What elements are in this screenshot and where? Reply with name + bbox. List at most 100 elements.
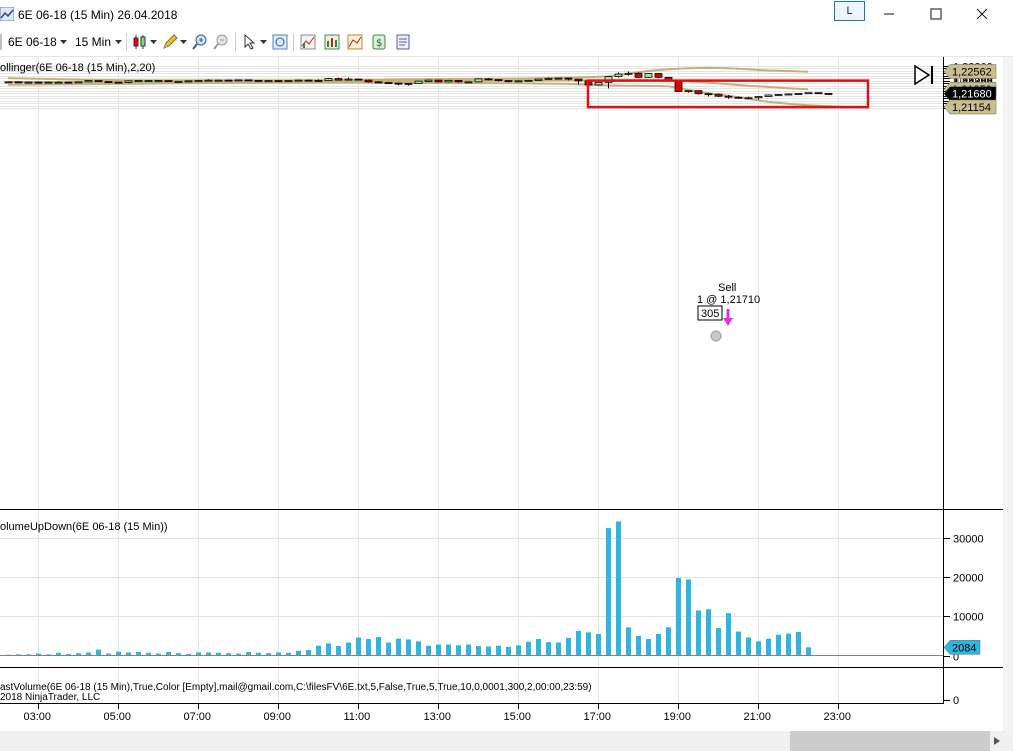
- scrollbar-thumb[interactable]: [790, 731, 990, 751]
- candle-body: [544, 77, 553, 80]
- candle-body: [404, 82, 413, 85]
- candle-body: [4, 81, 13, 84]
- volume-bar: [316, 645, 321, 656]
- candle: [464, 81, 473, 84]
- volume-bar: [706, 609, 711, 656]
- volume-bar: [686, 579, 691, 656]
- execution-dot: [710, 330, 722, 342]
- candle: [234, 79, 243, 82]
- candle: [184, 80, 193, 83]
- volume-bar: [506, 646, 511, 656]
- volume-bar: [296, 650, 301, 656]
- horizontal-scrollbar[interactable]: [0, 731, 1013, 751]
- candle-body: [134, 80, 143, 83]
- candle-body: [14, 81, 23, 84]
- candle-body: [574, 78, 583, 82]
- volume-bar: [746, 637, 751, 656]
- candle-body: [434, 79, 443, 83]
- candle: [444, 79, 453, 83]
- candle: [424, 79, 433, 82]
- right-edge-strip: [1003, 57, 1013, 731]
- candle-body: [694, 90, 703, 95]
- time-tick-label: 23:00: [824, 711, 852, 723]
- price-marker: 1,21154: [943, 99, 997, 115]
- volume-bar: [466, 644, 471, 656]
- candle: [804, 92, 813, 95]
- volume-bar: [626, 627, 631, 656]
- candle-body: [764, 94, 773, 97]
- candlesticks: [4, 71, 833, 100]
- candle-body: [424, 79, 433, 82]
- volume-bar: [786, 633, 791, 656]
- candle: [104, 81, 113, 84]
- candle-body: [94, 80, 103, 83]
- candle: [514, 80, 523, 83]
- candle-body: [84, 80, 93, 83]
- candle: [524, 79, 533, 82]
- volume-bar: [536, 639, 541, 656]
- candle-body: [374, 81, 383, 84]
- candle-body: [454, 79, 463, 83]
- volume-bar: [776, 634, 781, 656]
- volume-bar: [526, 641, 531, 656]
- candle: [114, 81, 123, 84]
- candle: [774, 93, 783, 96]
- candle: [764, 94, 773, 97]
- candle-body: [814, 92, 823, 95]
- time-tick-label: 21:00: [744, 711, 772, 723]
- volume-bar: [596, 633, 601, 656]
- candle-body: [224, 79, 233, 82]
- candle: [24, 81, 33, 84]
- volume-bar: [766, 638, 771, 656]
- candle: [94, 80, 103, 83]
- candle: [554, 77, 563, 80]
- volume-bar: [396, 638, 401, 656]
- chevron-right-icon[interactable]: [993, 737, 1001, 745]
- volume-bar: [336, 646, 341, 656]
- candle-body: [234, 79, 243, 82]
- volume-bar: [476, 646, 481, 656]
- candle-body: [214, 79, 223, 82]
- candle-body: [164, 80, 173, 83]
- candle-body: [614, 73, 623, 77]
- time-tick-label: 19:00: [664, 711, 692, 723]
- chart-area[interactable]: 1,228001,227001,226001,225001,224001,223…: [0, 0, 1013, 751]
- candle: [364, 79, 373, 83]
- volume-bar: [486, 646, 491, 656]
- candle: [284, 80, 293, 83]
- sell-order-marker[interactable]: Sell 1 @ 1,21710 305: [697, 282, 760, 342]
- candle-body: [54, 81, 63, 84]
- candle: [454, 79, 463, 83]
- candle-body: [184, 80, 193, 83]
- candle-body: [504, 80, 513, 83]
- candle: [194, 79, 203, 82]
- volume-bar: [726, 613, 731, 656]
- volume-tick-label: 10000: [953, 612, 984, 624]
- candle: [74, 81, 83, 84]
- candle-body: [294, 79, 303, 82]
- time-tick-label: 13:00: [424, 711, 452, 723]
- volume-bar: [756, 641, 761, 656]
- volume-bar: [556, 642, 561, 656]
- candle: [304, 79, 313, 82]
- volume-bar: [806, 647, 811, 656]
- candle-body: [564, 77, 573, 80]
- volume-bar: [576, 630, 581, 656]
- volume-bar: [136, 651, 141, 656]
- time-axis: 03:00 05:00 07:00 09:00 11:00 13:00 15:00 17:00…: [24, 704, 852, 723]
- candle-body: [24, 81, 33, 84]
- candle-body: [34, 81, 43, 84]
- candle: [174, 80, 183, 83]
- candle-body: [594, 81, 603, 86]
- volume-bar: [636, 635, 641, 656]
- volume-tick-label: 30000: [953, 534, 984, 546]
- volume-marker: 2084: [943, 640, 981, 655]
- candle-body: [304, 79, 313, 82]
- candle-body: [124, 80, 133, 83]
- candle-body: [804, 92, 813, 95]
- candle: [324, 77, 333, 82]
- candle-body: [384, 82, 393, 85]
- volume-bar: [586, 632, 591, 656]
- candle-body: [284, 80, 293, 83]
- candle-body: [774, 94, 783, 96]
